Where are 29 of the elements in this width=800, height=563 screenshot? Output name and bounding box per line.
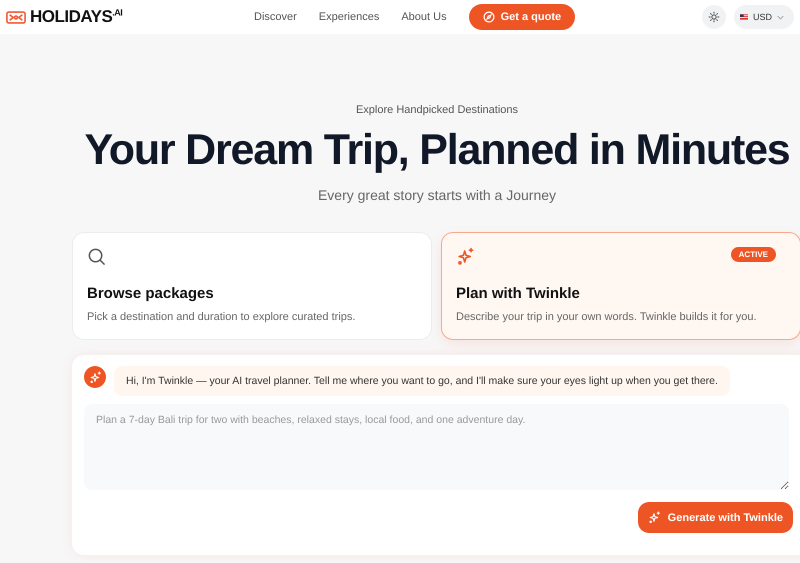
prompt-field[interactable]: Plan a 7-day Bali trip for two with beaches, relaxed stays, local food, and one adventure day. bbox=[84, 404, 789, 490]
card-description: Pick a destination and duration to explore curated trips. bbox=[87, 311, 356, 323]
hero-subtitle: Every great story starts with a Journey bbox=[316, 187, 558, 203]
mode-card[interactable]: Browse packages Pick a destination and duration to explore curated trips. bbox=[72, 232, 432, 340]
flag-icon bbox=[740, 14, 748, 20]
nav-link[interactable]: About Us bbox=[401, 11, 447, 23]
sun-icon bbox=[708, 11, 720, 23]
quote-button[interactable]: Get a quote bbox=[468, 4, 576, 30]
nav-link[interactable]: Discover bbox=[254, 11, 297, 23]
brand-name: HOLIDAYS$^{.AI}$ bbox=[30, 7, 122, 27]
card-description: Describe your trip in your own words. Twinkle builds it for you. bbox=[456, 311, 758, 323]
card-title: Browse packages bbox=[87, 285, 215, 302]
status-badge: ACTIVE bbox=[730, 247, 776, 262]
search-icon bbox=[87, 247, 106, 266]
theme-toggle[interactable] bbox=[702, 5, 726, 29]
generate-button[interactable]: Generate with Twinkle bbox=[638, 502, 793, 533]
mode-card[interactable]: ACTIVE Plan with Twinkle Describe your trip in your own words. Twinkle builds it for you. bbox=[441, 232, 800, 340]
chevron-icon bbox=[777, 14, 784, 20]
compass-icon bbox=[482, 11, 495, 23]
card-title: Plan with Twinkle bbox=[456, 285, 581, 302]
assistant-message: Hi, I'm Twinkle — your AI travel planner. Tell me where you want to go, and I'll make sure your eyes light up when you get there. bbox=[114, 366, 730, 396]
currency-select[interactable]: USD bbox=[734, 5, 794, 29]
eyebrow-text: Explore Handpicked Destinations bbox=[354, 104, 520, 116]
nav-link[interactable]: Experiences bbox=[318, 11, 380, 23]
logo-icon bbox=[6, 10, 26, 24]
sparkle-icon bbox=[648, 511, 661, 524]
sparkle-icon bbox=[88, 370, 102, 384]
sparkle-icon bbox=[456, 247, 475, 266]
hero-title: Your Dream Trip, Planned in Minutes bbox=[83, 126, 791, 175]
